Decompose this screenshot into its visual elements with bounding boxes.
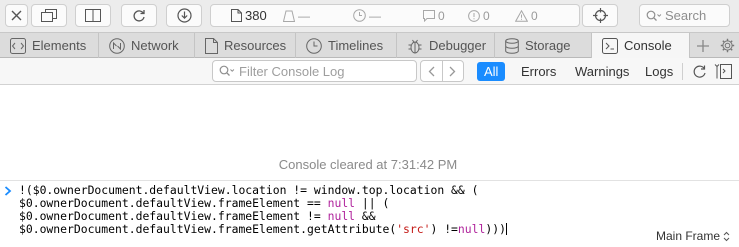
storage-icon <box>505 37 519 54</box>
close-icon <box>11 10 22 21</box>
tab-console-label: Console <box>624 38 672 53</box>
prompt-input[interactable]: !($0.ownerDocument.defaultView.location … <box>19 184 507 236</box>
inspect-element-button[interactable] <box>582 4 618 27</box>
tab-storage[interactable]: Storage <box>495 33 592 58</box>
undock-button[interactable] <box>31 4 67 27</box>
top-toolbar: 380 — — 0 0 0 Search <box>0 0 739 32</box>
download-icon <box>176 8 192 23</box>
gear-icon <box>720 38 734 53</box>
error-count[interactable]: 0 <box>468 5 490 26</box>
execution-context-select[interactable]: Main Frame <box>656 229 730 243</box>
reload-icon <box>133 9 145 22</box>
chevron-updown-icon <box>723 231 730 241</box>
log-count-value: 0 <box>438 8 445 23</box>
tab-resources-label: Resources <box>224 38 287 53</box>
weight-icon <box>283 10 295 22</box>
tab-console[interactable]: Console <box>592 33 690 58</box>
resources-icon <box>205 37 218 54</box>
tab-network-label: Network <box>131 38 179 53</box>
tab-debugger-label: Debugger <box>429 38 487 53</box>
split-console-icon <box>714 64 732 79</box>
close-button[interactable] <box>5 4 28 27</box>
tab-elements[interactable]: Elements <box>0 33 99 58</box>
match-navigation <box>420 60 464 82</box>
execution-context-label: Main Frame <box>656 229 721 243</box>
search-label: Search <box>665 8 707 23</box>
previous-match-button[interactable] <box>421 61 443 81</box>
code-line: $0.ownerDocument.defaultView.frameElemen… <box>19 209 376 223</box>
search-icon <box>219 65 235 76</box>
filter-console-input[interactable]: Filter Console Log <box>212 60 417 82</box>
debugger-icon <box>408 39 422 53</box>
clear-icon <box>693 65 706 78</box>
tab-resources[interactable]: Resources <box>195 33 296 58</box>
download-button[interactable] <box>166 4 202 27</box>
resource-count-value: 380 <box>245 8 267 23</box>
tab-timelines-label: Timelines <box>328 38 384 53</box>
log-count[interactable]: 0 <box>423 5 445 26</box>
next-match-button[interactable] <box>443 61 464 81</box>
console-prompt[interactable]: !($0.ownerDocument.defaultView.location … <box>0 181 739 247</box>
code-line: !($0.ownerDocument.defaultView.location … <box>19 183 479 197</box>
error-count-value: 0 <box>483 8 490 23</box>
filter-placeholder: Filter Console Log <box>239 63 345 79</box>
scope-errors[interactable]: Errors <box>514 62 563 81</box>
elements-icon <box>10 37 26 54</box>
filter-divider <box>682 63 683 80</box>
tab-timelines[interactable]: Timelines <box>296 33 397 58</box>
resource-count: 380 <box>231 5 267 26</box>
log-icon <box>423 9 435 22</box>
warning-icon <box>515 9 528 22</box>
clock-icon <box>353 9 366 22</box>
warning-count-value: 0 <box>531 8 538 23</box>
plus-icon <box>697 39 709 52</box>
chevron-right-icon <box>449 66 456 76</box>
document-icon <box>231 9 242 22</box>
error-icon <box>468 9 480 22</box>
tab-storage-label: Storage <box>525 38 571 53</box>
search-icon <box>646 10 662 21</box>
crosshair-icon <box>592 8 608 23</box>
chevron-left-icon <box>428 66 435 76</box>
console-filter-bar: Filter Console Log All Errors Warnings L… <box>0 58 739 85</box>
console-log[interactable]: Console cleared at 7:31:42 PM !($0.owner… <box>0 85 739 247</box>
network-icon <box>109 37 125 54</box>
code-line: $0.ownerDocument.defaultView.frameElemen… <box>19 196 390 210</box>
tab-debugger[interactable]: Debugger <box>397 33 495 58</box>
timelines-icon <box>306 37 322 54</box>
request-time-value: — <box>369 8 381 23</box>
load-time: — <box>283 5 310 26</box>
tab-bar: Elements Network Resources Timelines Deb… <box>0 32 739 58</box>
dashboard[interactable]: 380 — — 0 0 0 <box>210 4 580 27</box>
reload-button[interactable] <box>121 4 157 27</box>
request-time: — <box>353 5 381 26</box>
text-caret <box>505 223 507 235</box>
scope-warnings[interactable]: Warnings <box>568 62 636 81</box>
console-icon <box>602 37 618 54</box>
console-cleared-message: Console cleared at 7:31:42 PM <box>278 157 458 172</box>
search-button[interactable]: Search <box>639 4 730 27</box>
prompt-chevron-icon <box>4 184 12 199</box>
dock-side-button[interactable] <box>75 4 111 27</box>
undock-icon <box>41 9 57 22</box>
show-console-drawer-button[interactable] <box>712 62 734 81</box>
load-time-value: — <box>298 8 310 23</box>
tab-network[interactable]: Network <box>99 33 195 58</box>
dock-side-icon <box>85 9 101 22</box>
scope-all[interactable]: All <box>477 62 506 81</box>
tab-elements-label: Elements <box>32 38 87 53</box>
code-line: $0.ownerDocument.defaultView.frameElemen… <box>19 222 506 236</box>
settings-button[interactable] <box>716 33 738 58</box>
clear-log-button[interactable] <box>689 62 709 81</box>
scope-logs[interactable]: Logs <box>638 62 680 81</box>
new-tab-button[interactable] <box>692 33 714 58</box>
warning-count[interactable]: 0 <box>515 5 538 26</box>
